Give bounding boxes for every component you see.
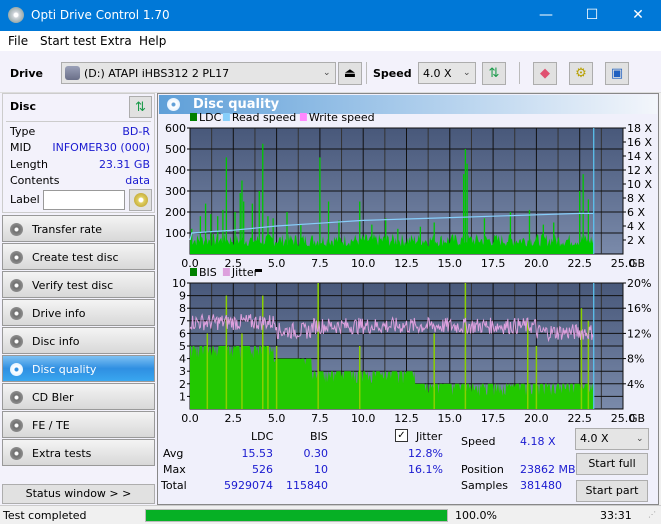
- stats-total-bis: 115840: [286, 479, 328, 492]
- y2-tick-label: 8 X: [627, 192, 645, 205]
- x-tick-label: 20.0: [524, 412, 549, 425]
- x-tick-label: 2.5: [225, 412, 243, 425]
- x-tick-label: 0.0: [181, 412, 199, 425]
- x-tick-label: 22.5: [567, 412, 592, 425]
- status-bar: Test completed 100.0% 33:31 ⋰: [0, 505, 661, 524]
- y-tick-label: 600: [165, 122, 186, 135]
- resize-grip-icon[interactable]: ⋰: [648, 510, 656, 519]
- y2-tick-label: 16 X: [627, 136, 652, 149]
- x-tick-label: 12.5: [394, 412, 419, 425]
- start-full-button[interactable]: Start full: [576, 453, 648, 475]
- y2-tick-label: 4%: [627, 378, 644, 391]
- y-tick-label: 300: [165, 185, 186, 198]
- chart-marker: [255, 269, 262, 272]
- x-tick-label: 7.5: [311, 412, 329, 425]
- x-tick-label: 5.0: [268, 257, 286, 270]
- y-tick-label: 8: [179, 302, 186, 315]
- stats-avg-label: Avg: [163, 447, 184, 460]
- position-label: Position: [461, 463, 504, 476]
- x-tick-label: 15.0: [438, 257, 463, 270]
- y-tick-label: 4: [179, 353, 186, 366]
- y2-tick-label: 16%: [627, 302, 651, 315]
- x-tick-label: 17.5: [481, 257, 506, 270]
- y-tick-label: 100: [165, 227, 186, 240]
- y2-tick-label: 14 X: [627, 150, 652, 163]
- progress-bar: [145, 509, 448, 522]
- start-part-button[interactable]: Start part: [576, 480, 648, 502]
- y2-tick-label: 4 X: [627, 220, 645, 233]
- x-tick-label: 17.5: [481, 412, 506, 425]
- y2-tick-label: 10 X: [627, 178, 652, 191]
- x-tick-label: 22.5: [567, 257, 592, 270]
- y2-tick-label: 8%: [627, 353, 644, 366]
- x-tick-label: 20.0: [524, 257, 549, 270]
- test-speed-select[interactable]: 4.0 X ⌄: [575, 428, 649, 450]
- y-tick-label: 6: [179, 327, 186, 340]
- progress-text: 100.0%: [455, 509, 497, 522]
- speed-stat-label: Speed: [461, 435, 496, 448]
- y-tick-label: 7: [179, 315, 186, 328]
- speed-stat-value: 4.18 X: [520, 435, 556, 448]
- x-unit-label: GB: [629, 257, 645, 270]
- x-tick-label: 10.0: [351, 257, 376, 270]
- test-speed-value: 4.0 X: [580, 432, 609, 445]
- y-tick-label: 400: [165, 164, 186, 177]
- stats-avg-jitter: 12.8%: [408, 447, 443, 460]
- x-tick-label: 7.5: [311, 257, 329, 270]
- y2-tick-label: 12 X: [627, 164, 652, 177]
- y-tick-label: 1: [179, 390, 186, 403]
- y-tick-label: 200: [165, 206, 186, 219]
- stats-avg-ldc: 15.53: [241, 447, 274, 460]
- legend-label-read-speed: Read speed: [232, 111, 296, 124]
- chevron-down-icon: ⌄: [636, 434, 644, 444]
- y2-tick-label: 18 X: [627, 122, 652, 135]
- x-tick-label: 15.0: [438, 412, 463, 425]
- stats-total-ldc: 5929074: [224, 479, 273, 492]
- charts-svg: LDC Read speed Write speed 100 200 300 400 500 6…: [165, 111, 652, 425]
- elapsed-time: 33:31: [600, 509, 632, 522]
- stats-header-bis: BIS: [310, 430, 328, 443]
- legend-label-ldc: LDC: [199, 111, 222, 124]
- stats-total-label: Total: [161, 479, 187, 492]
- y2-tick-label: 20%: [627, 277, 651, 290]
- progress-fill: [146, 510, 447, 521]
- jitter-checkbox[interactable]: ✓: [395, 429, 408, 442]
- y-tick-label: 3: [179, 365, 186, 378]
- samples-label: Samples: [461, 479, 508, 492]
- samples-value: 381480: [520, 479, 562, 492]
- status-text: Test completed: [3, 509, 87, 522]
- stats-max-jitter: 16.1%: [408, 463, 443, 476]
- position-value: 23862 MB: [520, 463, 576, 476]
- legend-swatch: [299, 113, 307, 121]
- y-tick-label: 10: [172, 277, 186, 290]
- stats-avg-bis: 0.30: [303, 447, 329, 460]
- y2-tick-label: 2 X: [627, 234, 645, 247]
- x-tick-label: 12.5: [394, 257, 419, 270]
- y2-tick-label: 6 X: [627, 206, 645, 219]
- y-tick-label: 2: [179, 378, 186, 391]
- legend-swatch: [190, 113, 197, 121]
- legend-label-jitter: Jitter: [231, 266, 259, 279]
- legend-swatch: [222, 268, 230, 276]
- x-unit-label: GB: [629, 412, 645, 425]
- stats-max-ldc: 526: [252, 463, 273, 476]
- y-tick-label: 5: [179, 340, 186, 353]
- y-tick-label: 9: [179, 290, 186, 303]
- legend-swatch: [190, 268, 197, 276]
- stats-max-label: Max: [163, 463, 186, 476]
- y2-tick-label: 12%: [627, 327, 651, 340]
- stats-header-ldc: LDC: [251, 430, 274, 443]
- x-tick-label: 10.0: [351, 412, 376, 425]
- stats-max-bis: 10: [314, 463, 328, 476]
- jitter-label: Jitter: [416, 430, 443, 443]
- legend-label-write-speed: Write speed: [309, 111, 375, 124]
- y-tick-label: 500: [165, 143, 186, 156]
- legend-label-bis: BIS: [199, 266, 217, 279]
- legend-swatch: [222, 113, 230, 121]
- x-tick-label: 5.0: [268, 412, 286, 425]
